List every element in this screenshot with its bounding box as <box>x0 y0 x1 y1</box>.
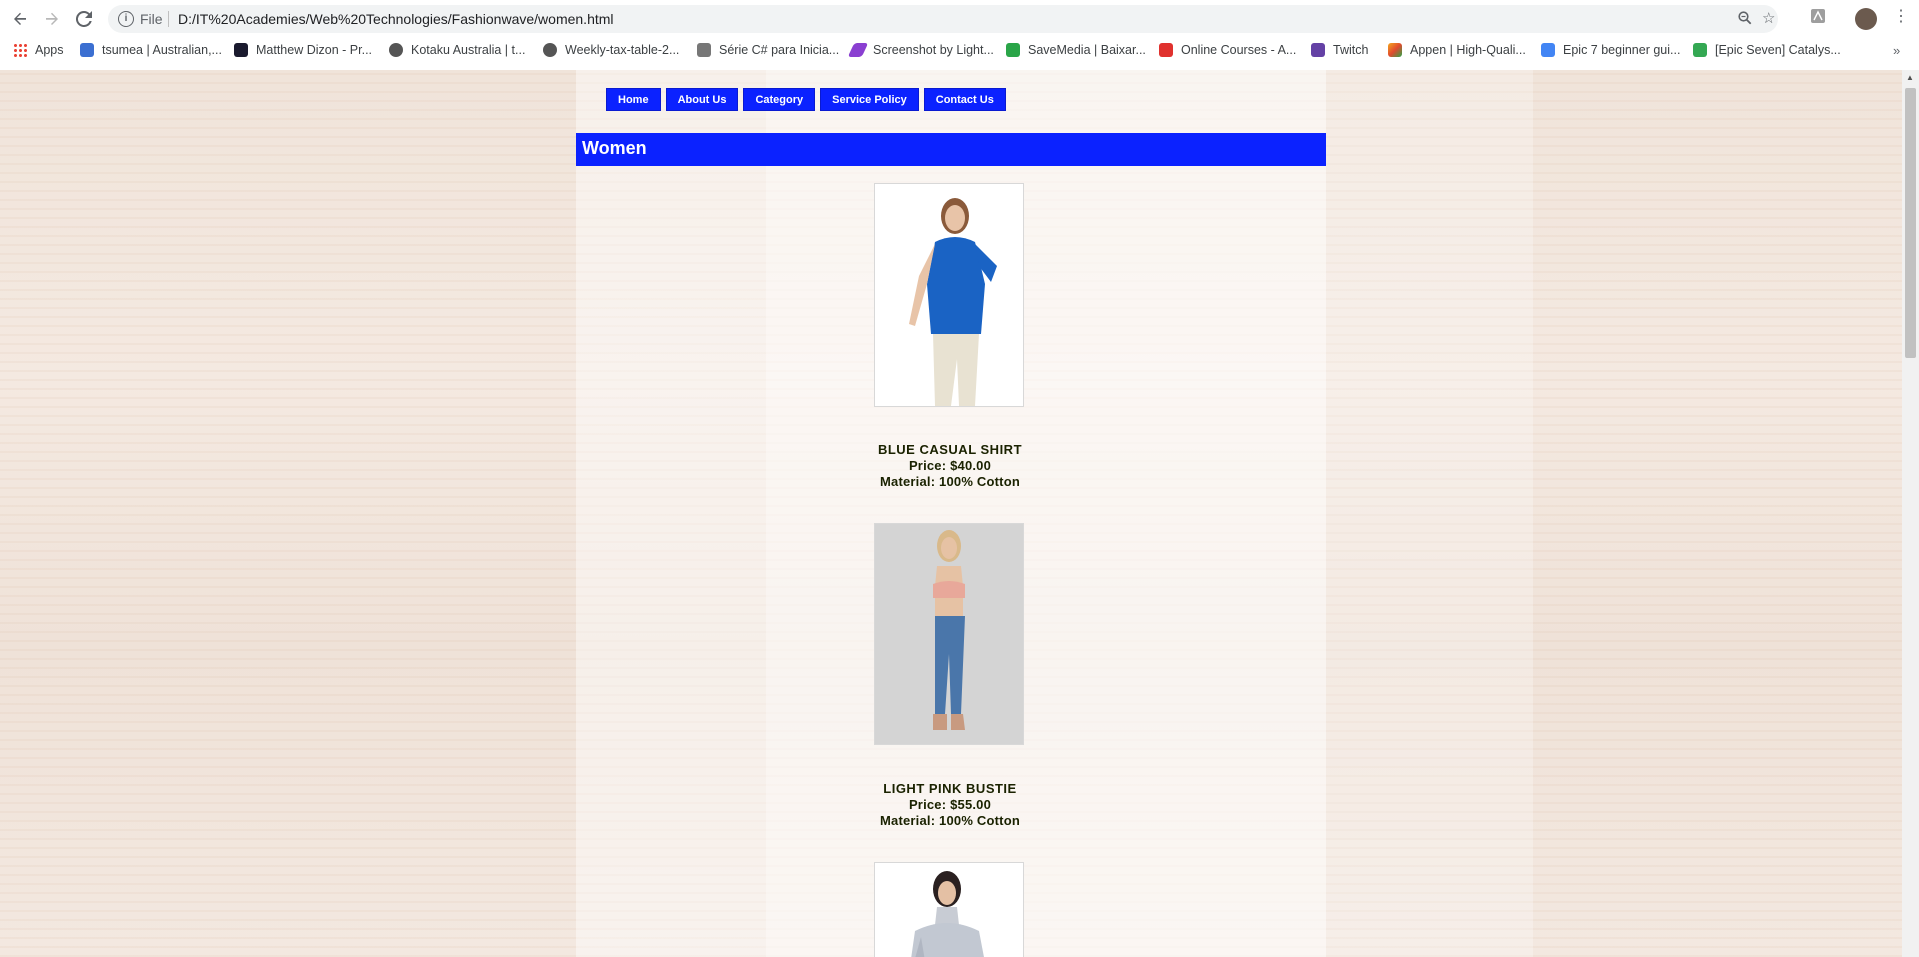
bookmark-label: SaveMedia | Baixar... <box>1028 43 1146 57</box>
globe-icon <box>543 43 557 57</box>
zoom-icon[interactable] <box>1738 11 1752 29</box>
bookmark-label: Appen | High-Quali... <box>1410 43 1526 57</box>
bookmark-serie-csharp[interactable]: Série C# para Inicia... <box>697 42 839 58</box>
appen-icon <box>1388 43 1402 57</box>
play-icon <box>1006 43 1020 57</box>
omnibox-divider <box>168 11 169 27</box>
bookmark-label: Weekly-tax-table-2... <box>565 43 680 57</box>
product-name: BLUE CASUAL SHIRT <box>877 442 1023 457</box>
nav-service-policy[interactable]: Service Policy <box>820 88 919 111</box>
kebab-menu-icon[interactable]: ⋮ <box>1893 6 1909 26</box>
scrollbar-thumb[interactable] <box>1905 88 1916 358</box>
bookmark-savemedia[interactable]: SaveMedia | Baixar... <box>1006 42 1146 58</box>
product-image-grey-sweater[interactable] <box>874 862 1024 957</box>
google-docs-icon <box>1541 43 1555 57</box>
bookmark-label: Screenshot by Light... <box>873 43 994 57</box>
address-bar[interactable]: i File D:/IT%20Academies/Web%20Technolog… <box>108 5 1778 33</box>
bookmark-label: tsumea | Australian,... <box>102 43 222 57</box>
feather-icon <box>847 43 869 57</box>
bookmark-online-courses[interactable]: Online Courses - A... <box>1159 42 1296 58</box>
nav-home[interactable]: Home <box>606 88 661 111</box>
pdf-extension-icon[interactable] <box>1810 8 1826 29</box>
twitch-icon <box>1311 43 1325 57</box>
scroll-up-arrow-icon[interactable]: ▲ <box>1906 73 1914 82</box>
product-card: BLUE CASUAL SHIRT Price: $40.00 Material… <box>800 442 1100 490</box>
bookmark-apps[interactable]: Apps <box>13 42 64 58</box>
browser-toolbar: i File D:/IT%20Academies/Web%20Technolog… <box>0 0 1919 38</box>
url-text[interactable]: D:/IT%20Academies/Web%20Technologies/Fas… <box>178 11 614 27</box>
bookmark-kotaku[interactable]: Kotaku Australia | t... <box>389 42 525 58</box>
forward-icon[interactable] <box>40 8 64 30</box>
bookmark-epic-seven-catalyst[interactable]: [Epic Seven] Catalys... <box>1693 42 1841 58</box>
product-card: LIGHT PINK BUSTIE Price: $55.00 Material… <box>800 781 1100 829</box>
bookmark-label: Apps <box>35 43 64 57</box>
category-heading-bar: Women <box>576 133 1326 166</box>
back-icon[interactable] <box>8 8 32 30</box>
bookmark-matthew-dizon[interactable]: Matthew Dizon - Pr... <box>234 42 372 58</box>
site-navbar: Home About Us Category Service Policy Co… <box>606 88 1006 111</box>
product-material: Material: 100% Cotton <box>879 813 1020 828</box>
bookmark-label: Série C# para Inicia... <box>719 43 840 57</box>
bookmark-label: Kotaku Australia | t... <box>411 43 526 57</box>
line-icon <box>1693 43 1707 57</box>
scheme-label: File <box>140 11 163 27</box>
bookmarks-bar: Apps tsumea | Australian,... Matthew Diz… <box>0 38 1919 62</box>
nav-contact-us[interactable]: Contact Us <box>923 88 1006 111</box>
bookmark-label: [Epic Seven] Catalys... <box>1715 43 1841 57</box>
product-name: LIGHT PINK BUSTIE <box>883 781 1017 796</box>
udemy-icon <box>1159 43 1173 57</box>
bookmark-label: Online Courses - A... <box>1181 43 1297 57</box>
bookmark-appen[interactable]: Appen | High-Quali... <box>1388 42 1526 58</box>
nav-about-us[interactable]: About Us <box>665 88 739 111</box>
more-bookmarks-icon[interactable]: » <box>1893 43 1900 58</box>
product-price: Price: $55.00 <box>908 797 992 812</box>
tsumea-icon <box>80 43 94 57</box>
product-price: Price: $40.00 <box>908 458 992 473</box>
artstation-icon <box>234 43 248 57</box>
reload-icon[interactable] <box>72 8 96 30</box>
star-icon[interactable]: ☆ <box>1762 9 1775 27</box>
page-title: Women <box>582 138 647 158</box>
product-material: Material: 100% Cotton <box>879 474 1020 489</box>
info-icon[interactable]: i <box>118 11 134 27</box>
nav-category[interactable]: Category <box>743 88 816 111</box>
bookmark-lightshot[interactable]: Screenshot by Light... <box>847 42 994 58</box>
page-viewport: Home About Us Category Service Policy Co… <box>0 70 1902 957</box>
page-icon <box>697 43 711 57</box>
profile-avatar[interactable] <box>1855 8 1877 30</box>
product-image-blue-shirt[interactable] <box>874 183 1024 407</box>
bookmark-label: Twitch <box>1333 43 1369 57</box>
product-image-pink-bustie[interactable] <box>874 523 1024 745</box>
bookmark-epic7-guide[interactable]: Epic 7 beginner gui... <box>1541 42 1680 58</box>
bookmark-twitch[interactable]: Twitch <box>1311 42 1368 58</box>
apps-grid-icon <box>13 43 27 57</box>
left-column-panel <box>576 70 766 957</box>
globe-icon <box>389 43 403 57</box>
bookmark-label: Epic 7 beginner gui... <box>1563 43 1681 57</box>
bookmark-weekly-tax[interactable]: Weekly-tax-table-2... <box>543 42 679 58</box>
bookmark-label: Matthew Dizon - Pr... <box>256 43 373 57</box>
browser-chrome: i File D:/IT%20Academies/Web%20Technolog… <box>0 0 1919 71</box>
bookmark-tsumea[interactable]: tsumea | Australian,... <box>80 42 222 58</box>
right-column-panel <box>1326 70 1533 957</box>
